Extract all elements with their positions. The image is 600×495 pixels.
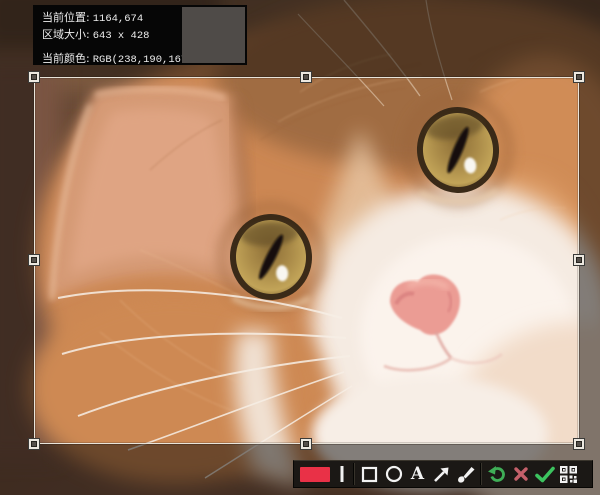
arrow-icon: [432, 465, 451, 484]
handle-middle-right[interactable]: [573, 254, 585, 266]
qr-code-button[interactable]: [558, 462, 579, 486]
color-swatch-button[interactable]: [298, 462, 332, 486]
toolbar-separator: [353, 463, 355, 485]
close-icon: [513, 466, 529, 482]
color-value: RGB(238,190,167): [93, 54, 182, 65]
info-text: 当前位置:1164,674 区域大小:643 x 428 当前颜色:RGB(23…: [33, 5, 182, 65]
toolbar-separator: [480, 463, 482, 485]
qr-code-icon: [559, 465, 578, 484]
magnifier-preview: [182, 7, 245, 63]
color-label: 当前颜色:: [42, 52, 90, 65]
ellipse-icon: [385, 465, 403, 483]
size-row: 区域大小:643 x 428: [42, 27, 182, 44]
screenshot-tool-overlay: 当前位置:1164,674 区域大小:643 x 428 当前颜色:RGB(23…: [0, 0, 600, 495]
handle-bottom-left[interactable]: [28, 438, 40, 450]
info-panel: 当前位置:1164,674 区域大小:643 x 428 当前颜色:RGB(23…: [33, 5, 247, 65]
check-icon: [535, 466, 555, 483]
size-value: 643 x 428: [93, 30, 150, 42]
ellipse-tool-button[interactable]: [383, 462, 404, 486]
rectangle-tool-button[interactable]: [359, 462, 380, 486]
arrow-tool-button[interactable]: [431, 462, 452, 486]
brush-tool-button[interactable]: [455, 462, 476, 486]
color-swatch: [300, 467, 330, 482]
handle-middle-left[interactable]: [28, 254, 40, 266]
undo-button[interactable]: [486, 462, 507, 486]
text-tool-button[interactable]: A: [407, 462, 428, 486]
confirm-button[interactable]: [534, 462, 555, 486]
undo-icon: [487, 464, 507, 484]
annotation-toolbar: A: [293, 460, 593, 488]
position-label: 当前位置:: [42, 11, 90, 24]
handle-top-right[interactable]: [573, 71, 585, 83]
position-row: 当前位置:1164,674: [42, 10, 182, 27]
position-value: 1164,674: [93, 13, 143, 25]
brush-icon: [456, 465, 476, 484]
line-width-icon: [340, 466, 344, 482]
cancel-button[interactable]: [510, 462, 531, 486]
size-label: 区域大小:: [42, 28, 90, 41]
selection-region[interactable]: [34, 77, 579, 444]
handle-bottom-right[interactable]: [573, 438, 585, 450]
text-icon: A: [411, 466, 424, 483]
line-width-button[interactable]: [335, 462, 349, 486]
color-row: 当前颜色:RGB(238,190,167): [42, 51, 182, 65]
handle-top-middle[interactable]: [300, 71, 312, 83]
rectangle-icon: [361, 466, 378, 483]
handle-top-left[interactable]: [28, 71, 40, 83]
handle-bottom-middle[interactable]: [300, 438, 312, 450]
